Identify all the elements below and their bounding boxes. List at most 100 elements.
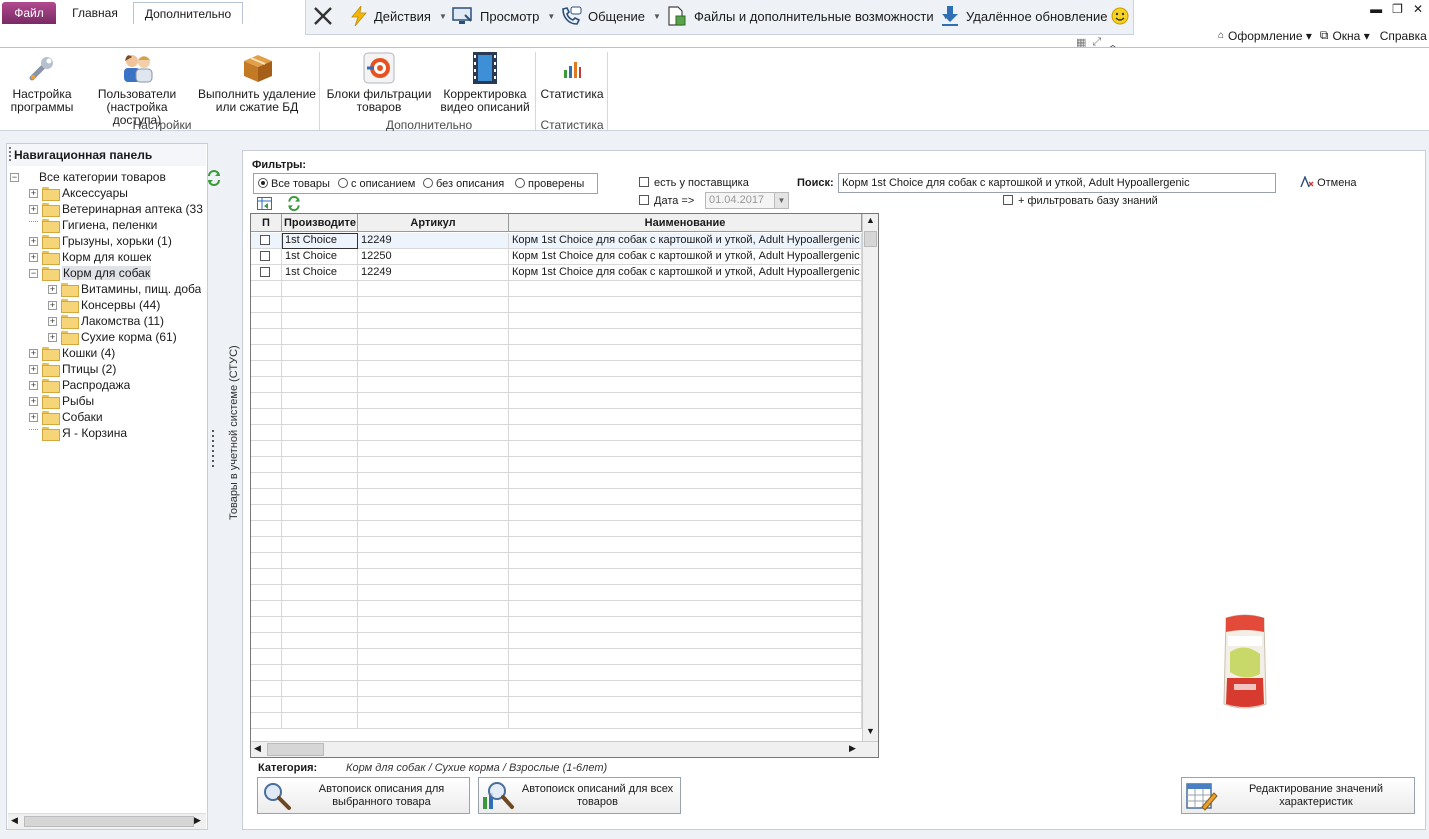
- cell-article[interactable]: [358, 377, 509, 393]
- table-row[interactable]: [251, 537, 862, 553]
- cell-maker[interactable]: [282, 377, 358, 393]
- table-row[interactable]: [251, 489, 862, 505]
- grid-horizontal-scrollbar[interactable]: ◀ ▶: [251, 741, 878, 757]
- cell-article[interactable]: 12249: [358, 233, 509, 249]
- remote-update-button[interactable]: Удалённое обновление: [940, 5, 1107, 27]
- cell-article[interactable]: [358, 473, 509, 489]
- close-button[interactable]: [312, 5, 334, 27]
- tree-item[interactable]: Я - Корзина: [29, 425, 127, 441]
- expand-icon[interactable]: +: [29, 188, 38, 198]
- row-checkbox[interactable]: [260, 251, 270, 261]
- filter-kb-checkbox[interactable]: + фильтровать базу знаний: [1003, 195, 1158, 207]
- smiley-button[interactable]: [1111, 5, 1129, 27]
- cell-article[interactable]: [358, 681, 509, 697]
- row-checkbox[interactable]: [260, 235, 270, 245]
- cell-maker[interactable]: [282, 345, 358, 361]
- cell-article[interactable]: [358, 697, 509, 713]
- table-row[interactable]: [251, 713, 862, 729]
- collapse-icon[interactable]: −: [29, 268, 38, 278]
- cell-article[interactable]: [358, 649, 509, 665]
- cell-name[interactable]: [509, 297, 862, 313]
- table-row[interactable]: [251, 281, 862, 297]
- tree-item[interactable]: + Кошки (4): [29, 345, 115, 361]
- cell-name[interactable]: [509, 457, 862, 473]
- table-row[interactable]: [251, 521, 862, 537]
- cell-name[interactable]: [509, 601, 862, 617]
- scroll-right-icon[interactable]: ▶: [849, 743, 856, 754]
- cell-name[interactable]: [509, 633, 862, 649]
- cell-maker[interactable]: [282, 521, 358, 537]
- refresh-tree-button[interactable]: [206, 170, 222, 189]
- cell-maker[interactable]: [282, 601, 358, 617]
- cell-article[interactable]: [358, 409, 509, 425]
- table-row[interactable]: [251, 569, 862, 585]
- cell-maker[interactable]: [282, 633, 358, 649]
- tree-item[interactable]: + Ветеринарная аптека (33: [29, 201, 203, 217]
- expand-icon[interactable]: +: [29, 396, 38, 406]
- cell-name[interactable]: [509, 393, 862, 409]
- statistics-button[interactable]: Статистика: [538, 52, 606, 101]
- cell-maker[interactable]: [282, 649, 358, 665]
- cell-maker[interactable]: [282, 713, 358, 729]
- table-row[interactable]: [251, 697, 862, 713]
- scroll-right-icon[interactable]: ▶: [194, 815, 201, 826]
- design-menu[interactable]: Оформление ▾: [1228, 29, 1312, 43]
- tree-item[interactable]: + Птицы (2): [29, 361, 116, 377]
- tree-item[interactable]: + Лакомства (11): [48, 313, 164, 329]
- cell-maker[interactable]: [282, 537, 358, 553]
- expand-icon[interactable]: +: [29, 252, 38, 262]
- cell-article[interactable]: [358, 665, 509, 681]
- tree-item[interactable]: + Распродажа: [29, 377, 130, 393]
- communication-menu[interactable]: Общение ▼: [560, 5, 661, 27]
- header-name[interactable]: Наименование: [509, 214, 862, 232]
- help-menu[interactable]: Справка: [1380, 29, 1427, 43]
- scroll-down-icon[interactable]: ▼: [866, 726, 875, 736]
- radio-checked[interactable]: проверены: [515, 178, 584, 190]
- cell-article[interactable]: [358, 441, 509, 457]
- table-row[interactable]: [251, 329, 862, 345]
- view-menu[interactable]: Просмотр ▼: [452, 5, 555, 27]
- cell-maker[interactable]: [282, 297, 358, 313]
- edit-characteristics-button[interactable]: Редактирование значений характеристик: [1181, 777, 1415, 814]
- table-row[interactable]: [251, 505, 862, 521]
- settings-button[interactable]: Настройка программы: [6, 52, 78, 114]
- table-row[interactable]: [251, 473, 862, 489]
- tab-file[interactable]: Файл: [2, 2, 56, 24]
- cell-name[interactable]: [509, 345, 862, 361]
- cell-article[interactable]: [358, 425, 509, 441]
- cell-article[interactable]: [358, 361, 509, 377]
- expand-icon[interactable]: +: [29, 236, 38, 246]
- cell-article[interactable]: [358, 537, 509, 553]
- cell-name[interactable]: Корм 1st Choice для собак с картошкой и …: [509, 249, 862, 265]
- cell-name[interactable]: [509, 569, 862, 585]
- cell-maker[interactable]: 1st Choice: [282, 249, 358, 265]
- table-row[interactable]: [251, 441, 862, 457]
- row-checkbox[interactable]: [260, 267, 270, 277]
- cell-name[interactable]: [509, 537, 862, 553]
- cell-name[interactable]: [509, 377, 862, 393]
- scroll-thumb[interactable]: [24, 816, 194, 827]
- scroll-left-icon[interactable]: ◀: [254, 743, 261, 754]
- export-button[interactable]: [257, 197, 272, 213]
- cell-article[interactable]: [358, 601, 509, 617]
- cell-name[interactable]: [509, 281, 862, 297]
- cell-maker[interactable]: [282, 505, 358, 521]
- cell-maker[interactable]: [282, 569, 358, 585]
- cell-maker[interactable]: [282, 425, 358, 441]
- cell-article[interactable]: [358, 633, 509, 649]
- cell-maker[interactable]: [282, 681, 358, 697]
- cell-name[interactable]: [509, 697, 862, 713]
- cell-name[interactable]: Корм 1st Choice для собак с картошкой и …: [509, 265, 862, 281]
- cell-article[interactable]: [358, 345, 509, 361]
- expand-icon[interactable]: +: [48, 316, 57, 326]
- cell-maker[interactable]: [282, 393, 358, 409]
- cell-maker[interactable]: [282, 473, 358, 489]
- nav-grip[interactable]: [9, 147, 11, 161]
- cell-maker[interactable]: [282, 489, 358, 505]
- table-row[interactable]: [251, 601, 862, 617]
- refresh-grid-button[interactable]: [286, 196, 302, 214]
- cell-article[interactable]: [358, 297, 509, 313]
- users-button[interactable]: Пользователи (настройка доступа): [82, 52, 192, 127]
- autosearch-selected-button[interactable]: Автопоиск описания для выбранного товара: [257, 777, 470, 814]
- grid-vertical-scrollbar[interactable]: ▲ ▼: [862, 214, 878, 741]
